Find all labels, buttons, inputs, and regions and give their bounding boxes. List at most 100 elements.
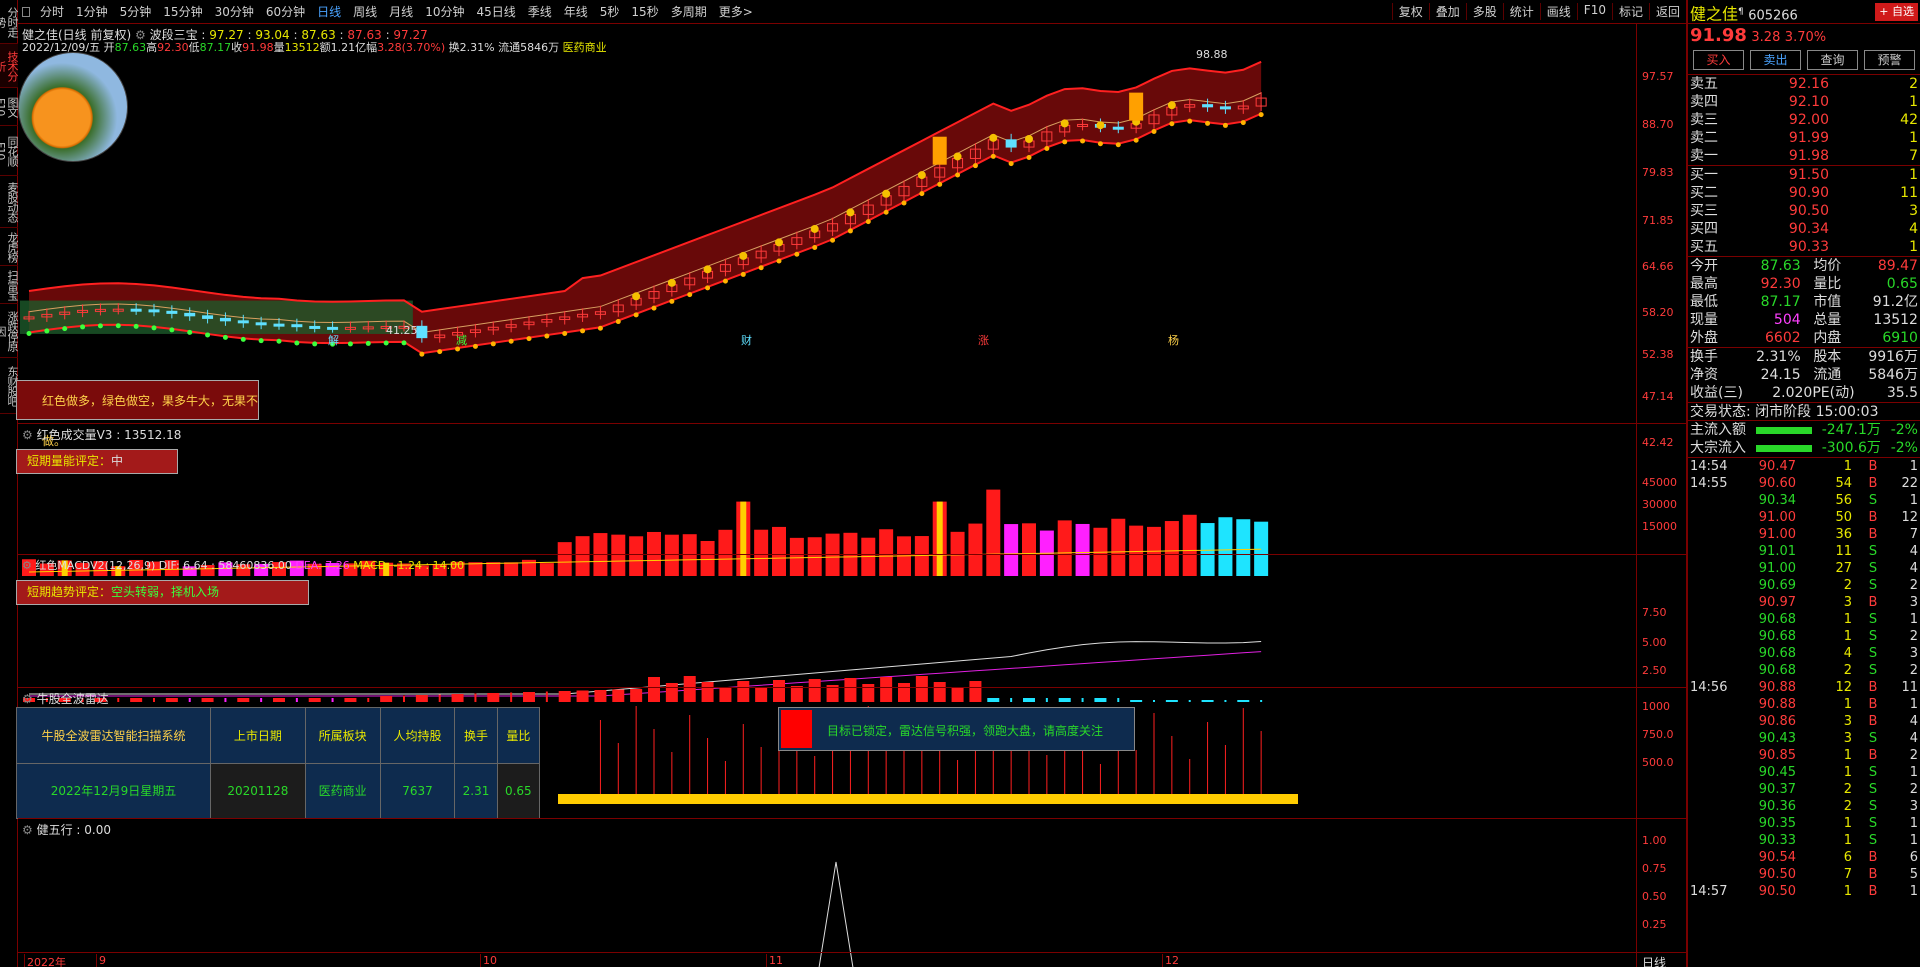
period-button[interactable]: 多周期 (665, 3, 713, 20)
left-tab[interactable]: 分时走势 (0, 0, 18, 44)
tick-row[interactable]: 90.86 3 B 4 (1688, 713, 1920, 730)
period-button[interactable]: 45日线 (470, 3, 521, 20)
book-row[interactable]: 买四 90.34 4 (1688, 220, 1920, 238)
time-x-axis: 2022年 9 10 11 12 日线 (18, 952, 1686, 967)
period-button[interactable]: 季线 (522, 3, 558, 20)
tick-row[interactable]: 90.88 1 B 1 (1688, 696, 1920, 713)
tick-row[interactable]: 90.33 1 S 1 (1688, 832, 1920, 849)
period-button[interactable]: 1分钟 (70, 3, 114, 20)
left-tab[interactable]: 龙虎榜 (0, 228, 18, 266)
macd-chart[interactable] (18, 594, 1636, 712)
macd-name: 红色MACDV2(12,26,9) (35, 559, 155, 572)
candlestick-chart[interactable]: 98.88 41.25 解 减 财 涨 杨 (18, 48, 1636, 368)
period-button[interactable]: 更多> (713, 3, 759, 20)
add-watchlist-button[interactable]: + 自选 (1875, 3, 1918, 21)
chart-tool-button[interactable]: 复权 (1392, 3, 1429, 20)
period-button[interactable]: 年线 (558, 3, 594, 20)
left-tab[interactable]: 技术分析 (0, 44, 18, 88)
left-tab[interactable]: 同花顺F10 (0, 126, 18, 176)
query-button[interactable]: 查询 (1807, 50, 1857, 70)
tick-row[interactable]: 91.01 11 S 4 (1688, 543, 1920, 560)
book-row[interactable]: 卖三 92.00 42 (1688, 111, 1920, 129)
wuxing-value: 0.00 (84, 823, 111, 837)
book-price: 90.34 (1759, 220, 1829, 238)
chart-tool-button[interactable]: 叠加 (1429, 3, 1466, 20)
period-button[interactable]: 日线 (311, 3, 347, 20)
left-tab[interactable]: 麦股动态 (0, 176, 18, 228)
period-button[interactable]: 15分钟 (157, 3, 208, 20)
band-dot (812, 245, 817, 250)
tick-row[interactable]: 90.69 2 S 2 (1688, 577, 1920, 594)
tick-row[interactable]: 90.37 2 S 2 (1688, 781, 1920, 798)
tick-time (1690, 815, 1730, 832)
book-row[interactable]: 卖二 91.99 1 (1688, 129, 1920, 147)
tick-row[interactable]: 90.35 1 S 1 (1688, 815, 1920, 832)
left-tab[interactable]: 涨跌停原因 (0, 304, 18, 358)
wuxing-chart[interactable] (18, 836, 1636, 967)
period-button[interactable]: 5秒 (594, 3, 626, 20)
period-toolbar: 分时 1分钟 5分钟 15分钟 30分钟 60分钟 日线 周线 月线 10分钟 45日线 季线 年线 5秒… (18, 0, 1686, 24)
tick-row[interactable]: 90.34 56 S 1 (1688, 492, 1920, 509)
tick-row[interactable]: 90.85 1 B 2 (1688, 747, 1920, 764)
toolbar-grip-icon[interactable] (22, 7, 30, 17)
period-button[interactable]: 30分钟 (209, 3, 260, 20)
book-row[interactable]: 卖一 91.98 7 (1688, 147, 1920, 165)
tick-row[interactable]: 14:56 90.88 12 B 11 (1688, 679, 1920, 696)
period-button[interactable]: 10分钟 (419, 3, 470, 20)
band-dot (259, 338, 264, 343)
left-tab[interactable]: 图文F10 (0, 88, 18, 126)
period-button[interactable]: 分时 (34, 3, 70, 20)
candle (292, 325, 302, 327)
tick-row[interactable]: 90.43 3 S 4 (1688, 730, 1920, 747)
tick-row[interactable]: 90.68 1 S 1 (1688, 611, 1920, 628)
tick-side: S (1862, 662, 1884, 679)
book-row[interactable]: 买一 91.50 1 (1688, 166, 1920, 184)
tick-row[interactable]: 91.00 36 B 7 (1688, 526, 1920, 543)
tick-row[interactable]: 90.97 3 B 3 (1688, 594, 1920, 611)
dif-label: DIF: (159, 559, 183, 572)
chart-tool-button[interactable]: 统计 (1503, 3, 1540, 20)
gear-icon[interactable]: ⚙ (22, 559, 32, 572)
book-row[interactable]: 卖四 92.10 1 (1688, 93, 1920, 111)
book-row[interactable]: 买二 90.90 11 (1688, 184, 1920, 202)
band-dot (1062, 139, 1067, 144)
period-button[interactable]: 月线 (383, 3, 419, 20)
sell-button[interactable]: 卖出 (1750, 50, 1800, 70)
chart-tool-button[interactable]: 画线 (1540, 3, 1577, 20)
tick-row[interactable]: 90.36 2 S 3 (1688, 798, 1920, 815)
tick-row[interactable]: 90.68 1 S 2 (1688, 628, 1920, 645)
tick-row[interactable]: 90.50 7 B 5 (1688, 866, 1920, 883)
gear-icon[interactable]: ⚙ (22, 823, 33, 837)
book-row[interactable]: 卖五 92.16 2 (1688, 75, 1920, 93)
tick-row[interactable]: 90.68 4 S 3 (1688, 645, 1920, 662)
chart-tool-button[interactable]: 标记 (1612, 3, 1649, 20)
tick-row[interactable]: 91.00 27 S 4 (1688, 560, 1920, 577)
left-tab[interactable]: 扫雷宝 (0, 266, 18, 304)
tick-row[interactable]: 14:57 90.50 1 B 1 (1688, 883, 1920, 900)
gear-icon[interactable]: ⚙ (22, 428, 33, 442)
book-row[interactable]: 买三 90.50 3 (1688, 202, 1920, 220)
book-row[interactable]: 买五 90.33 1 (1688, 238, 1920, 256)
tick-list[interactable]: 14:54 90.47 1 B 1 14:55 90.60 54 B 22 90.34 56 S 1 91.… (1688, 458, 1920, 900)
tick-row[interactable]: 91.00 50 B 12 (1688, 509, 1920, 526)
tick-row[interactable]: 90.68 2 S 2 (1688, 662, 1920, 679)
alert-button[interactable]: 预警 (1864, 50, 1914, 70)
period-button[interactable]: 60分钟 (260, 3, 311, 20)
chart-tool-button[interactable]: 多股 (1466, 3, 1503, 20)
tick-row[interactable]: 14:54 90.47 1 B 1 (1688, 458, 1920, 475)
chart-tool-button[interactable]: 返回 (1649, 3, 1686, 20)
stat-value: 504 (1731, 311, 1801, 329)
band-dot (223, 335, 228, 340)
period-button[interactable]: 周线 (347, 3, 383, 20)
tick-row[interactable]: 90.45 1 S 1 (1688, 764, 1920, 781)
chart-tool-button[interactable]: F10 (1577, 3, 1612, 20)
tick-row[interactable]: 90.54 6 B 6 (1688, 849, 1920, 866)
tick-volume: 2 (1806, 662, 1852, 679)
candle (203, 316, 213, 319)
gear-icon[interactable]: ⚙ (22, 692, 33, 706)
tick-price: 91.00 (1740, 560, 1796, 577)
period-button[interactable]: 15秒 (625, 3, 664, 20)
buy-button[interactable]: 买入 (1693, 50, 1743, 70)
period-button[interactable]: 5分钟 (114, 3, 158, 20)
tick-row[interactable]: 14:55 90.60 54 B 22 (1688, 475, 1920, 492)
